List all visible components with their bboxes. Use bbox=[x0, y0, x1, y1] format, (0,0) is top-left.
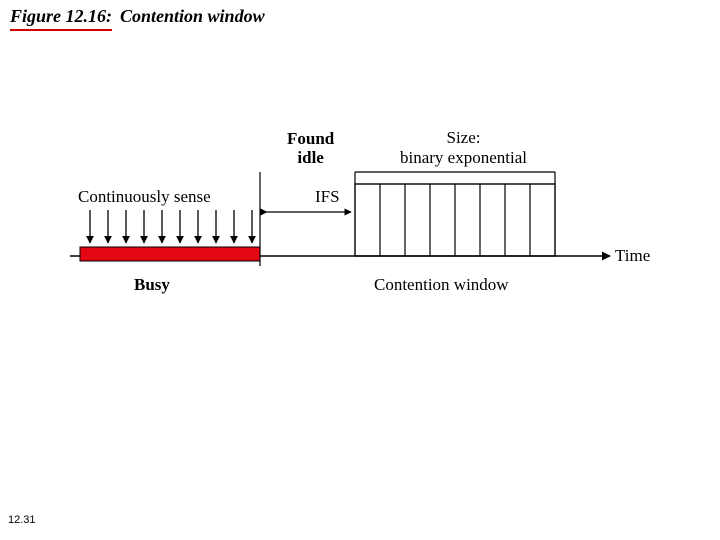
sense-arrows bbox=[90, 210, 252, 243]
busy-bar bbox=[80, 247, 260, 261]
contention-window-diagram: Found idle Size: binary exponential Cont… bbox=[70, 130, 670, 350]
figure-number: Figure 12.16: bbox=[10, 6, 112, 31]
figure-title: Contention window bbox=[120, 6, 265, 26]
contention-window-slots bbox=[380, 184, 530, 256]
figure-caption: Figure 12.16: Contention window bbox=[10, 6, 265, 31]
diagram-svg bbox=[70, 130, 670, 350]
page-number: 12.31 bbox=[8, 514, 36, 526]
